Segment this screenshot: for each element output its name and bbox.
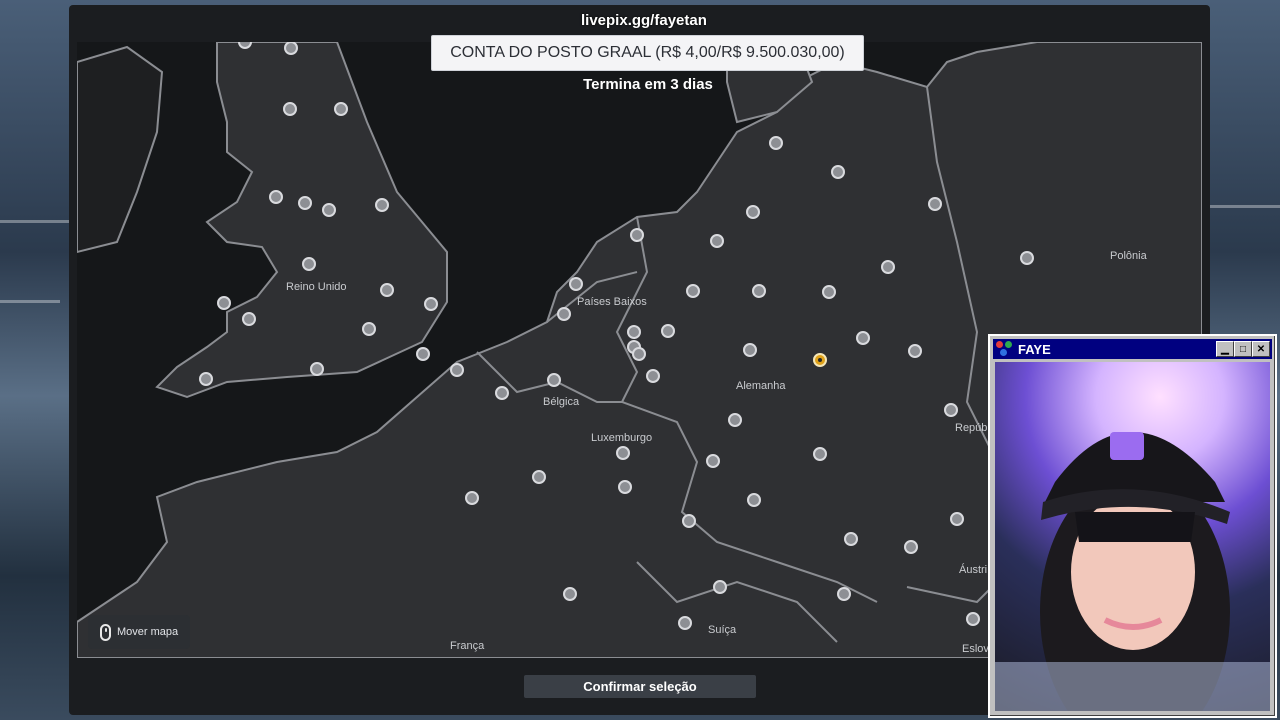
- stream-watermark: livepix.gg/fayetan: [581, 12, 707, 29]
- city-marker[interactable]: [881, 260, 895, 274]
- move-map-label: Mover mapa: [117, 626, 179, 638]
- city-marker[interactable]: [302, 257, 316, 271]
- webcam-title: FAYE: [1018, 341, 1051, 357]
- city-marker[interactable]: [813, 447, 827, 461]
- city-marker[interactable]: [495, 386, 509, 400]
- city-marker[interactable]: [1020, 251, 1034, 265]
- city-marker[interactable]: [416, 347, 430, 361]
- confirm-selection-button[interactable]: Confirmar seleção: [524, 675, 756, 698]
- city-marker[interactable]: [618, 480, 632, 494]
- city-marker[interactable]: [557, 307, 571, 321]
- map-label-eslovenia: Eslov: [962, 643, 989, 655]
- city-marker[interactable]: [752, 284, 766, 298]
- city-marker[interactable]: [242, 312, 256, 326]
- city-marker[interactable]: [822, 285, 836, 299]
- city-marker[interactable]: [682, 514, 696, 528]
- webcam-window: FAYE ▁ □ ✕: [988, 334, 1277, 718]
- move-map-hint: Mover mapa: [88, 615, 190, 649]
- city-marker[interactable]: [831, 165, 845, 179]
- map-label-franca: França: [450, 640, 485, 652]
- city-marker[interactable]: [322, 203, 336, 217]
- city-marker[interactable]: [710, 234, 724, 248]
- city-marker[interactable]: [743, 343, 757, 357]
- city-marker[interactable]: [199, 372, 213, 386]
- webcam-video: [995, 362, 1270, 711]
- city-marker[interactable]: [678, 616, 692, 630]
- city-marker[interactable]: [563, 587, 577, 601]
- mouse-icon: [100, 623, 111, 641]
- city-marker[interactable]: [238, 42, 252, 49]
- city-marker[interactable]: [310, 362, 324, 376]
- webcam-title-bar: FAYE ▁ □ ✕: [993, 339, 1272, 359]
- city-marker[interactable]: [844, 532, 858, 546]
- background-streak: [0, 220, 70, 223]
- city-marker[interactable]: [283, 102, 297, 116]
- msn-logo-icon: [996, 341, 1014, 357]
- map-label-paises-baixos: Países Baixos: [577, 296, 647, 308]
- city-marker[interactable]: [334, 102, 348, 116]
- map-label-austria: Áustri: [959, 564, 988, 576]
- city-marker[interactable]: [747, 493, 761, 507]
- city-marker[interactable]: [928, 197, 942, 211]
- account-price-banner: CONTA DO POSTO GRAAL (R$ 4,00/R$ 9.500.0…: [431, 35, 864, 71]
- city-marker[interactable]: [298, 196, 312, 210]
- city-marker[interactable]: [424, 297, 438, 311]
- city-marker[interactable]: [769, 136, 783, 150]
- streamer-silhouette: [995, 432, 1270, 711]
- maximize-button[interactable]: □: [1234, 341, 1252, 357]
- city-marker[interactable]: [908, 344, 922, 358]
- map-label-luxemburgo: Luxemburgo: [591, 432, 653, 444]
- city-marker[interactable]: [450, 363, 464, 377]
- city-marker[interactable]: [837, 587, 851, 601]
- city-marker[interactable]: [966, 612, 980, 626]
- background-streak: [0, 300, 60, 303]
- city-marker[interactable]: [616, 446, 630, 460]
- city-marker[interactable]: [375, 198, 389, 212]
- land-reino-unido: [155, 42, 448, 399]
- land-ireland: [77, 45, 164, 254]
- city-marker[interactable]: [627, 325, 641, 339]
- city-marker[interactable]: [465, 491, 479, 505]
- city-marker[interactable]: [269, 190, 283, 204]
- background-streak: [1210, 205, 1280, 208]
- city-marker[interactable]: [904, 540, 918, 554]
- map-label-republica: Repúb: [955, 422, 988, 434]
- city-marker[interactable]: [944, 403, 958, 417]
- city-marker[interactable]: [380, 283, 394, 297]
- city-marker[interactable]: [713, 580, 727, 594]
- map-label-suica: Suíça: [708, 624, 737, 636]
- city-marker[interactable]: [217, 296, 231, 310]
- city-marker[interactable]: [532, 470, 546, 484]
- city-marker[interactable]: [728, 413, 742, 427]
- map-label-reino-unido: Reino Unido: [286, 281, 347, 293]
- city-marker[interactable]: [630, 228, 644, 242]
- city-marker[interactable]: [547, 373, 561, 387]
- minimize-button[interactable]: ▁: [1216, 341, 1234, 357]
- city-marker[interactable]: [362, 322, 376, 336]
- city-marker[interactable]: [856, 331, 870, 345]
- close-button[interactable]: ✕: [1252, 341, 1270, 357]
- city-marker[interactable]: [746, 205, 760, 219]
- city-marker[interactable]: [950, 512, 964, 526]
- map-label-polonia: Polônia: [1110, 250, 1147, 262]
- map-label-alemanha: Alemanha: [736, 380, 786, 392]
- twitch-logo-icon: [1110, 432, 1144, 460]
- city-marker[interactable]: [569, 277, 583, 291]
- city-marker[interactable]: [706, 454, 720, 468]
- city-marker[interactable]: [661, 324, 675, 338]
- city-marker[interactable]: [632, 347, 646, 361]
- map-label-belgica: Bélgica: [543, 396, 580, 408]
- city-marker[interactable]: [284, 42, 298, 55]
- selected-city-marker-center: [818, 358, 822, 362]
- ends-in-label: Termina em 3 dias: [583, 76, 713, 93]
- city-marker[interactable]: [686, 284, 700, 298]
- city-marker[interactable]: [646, 369, 660, 383]
